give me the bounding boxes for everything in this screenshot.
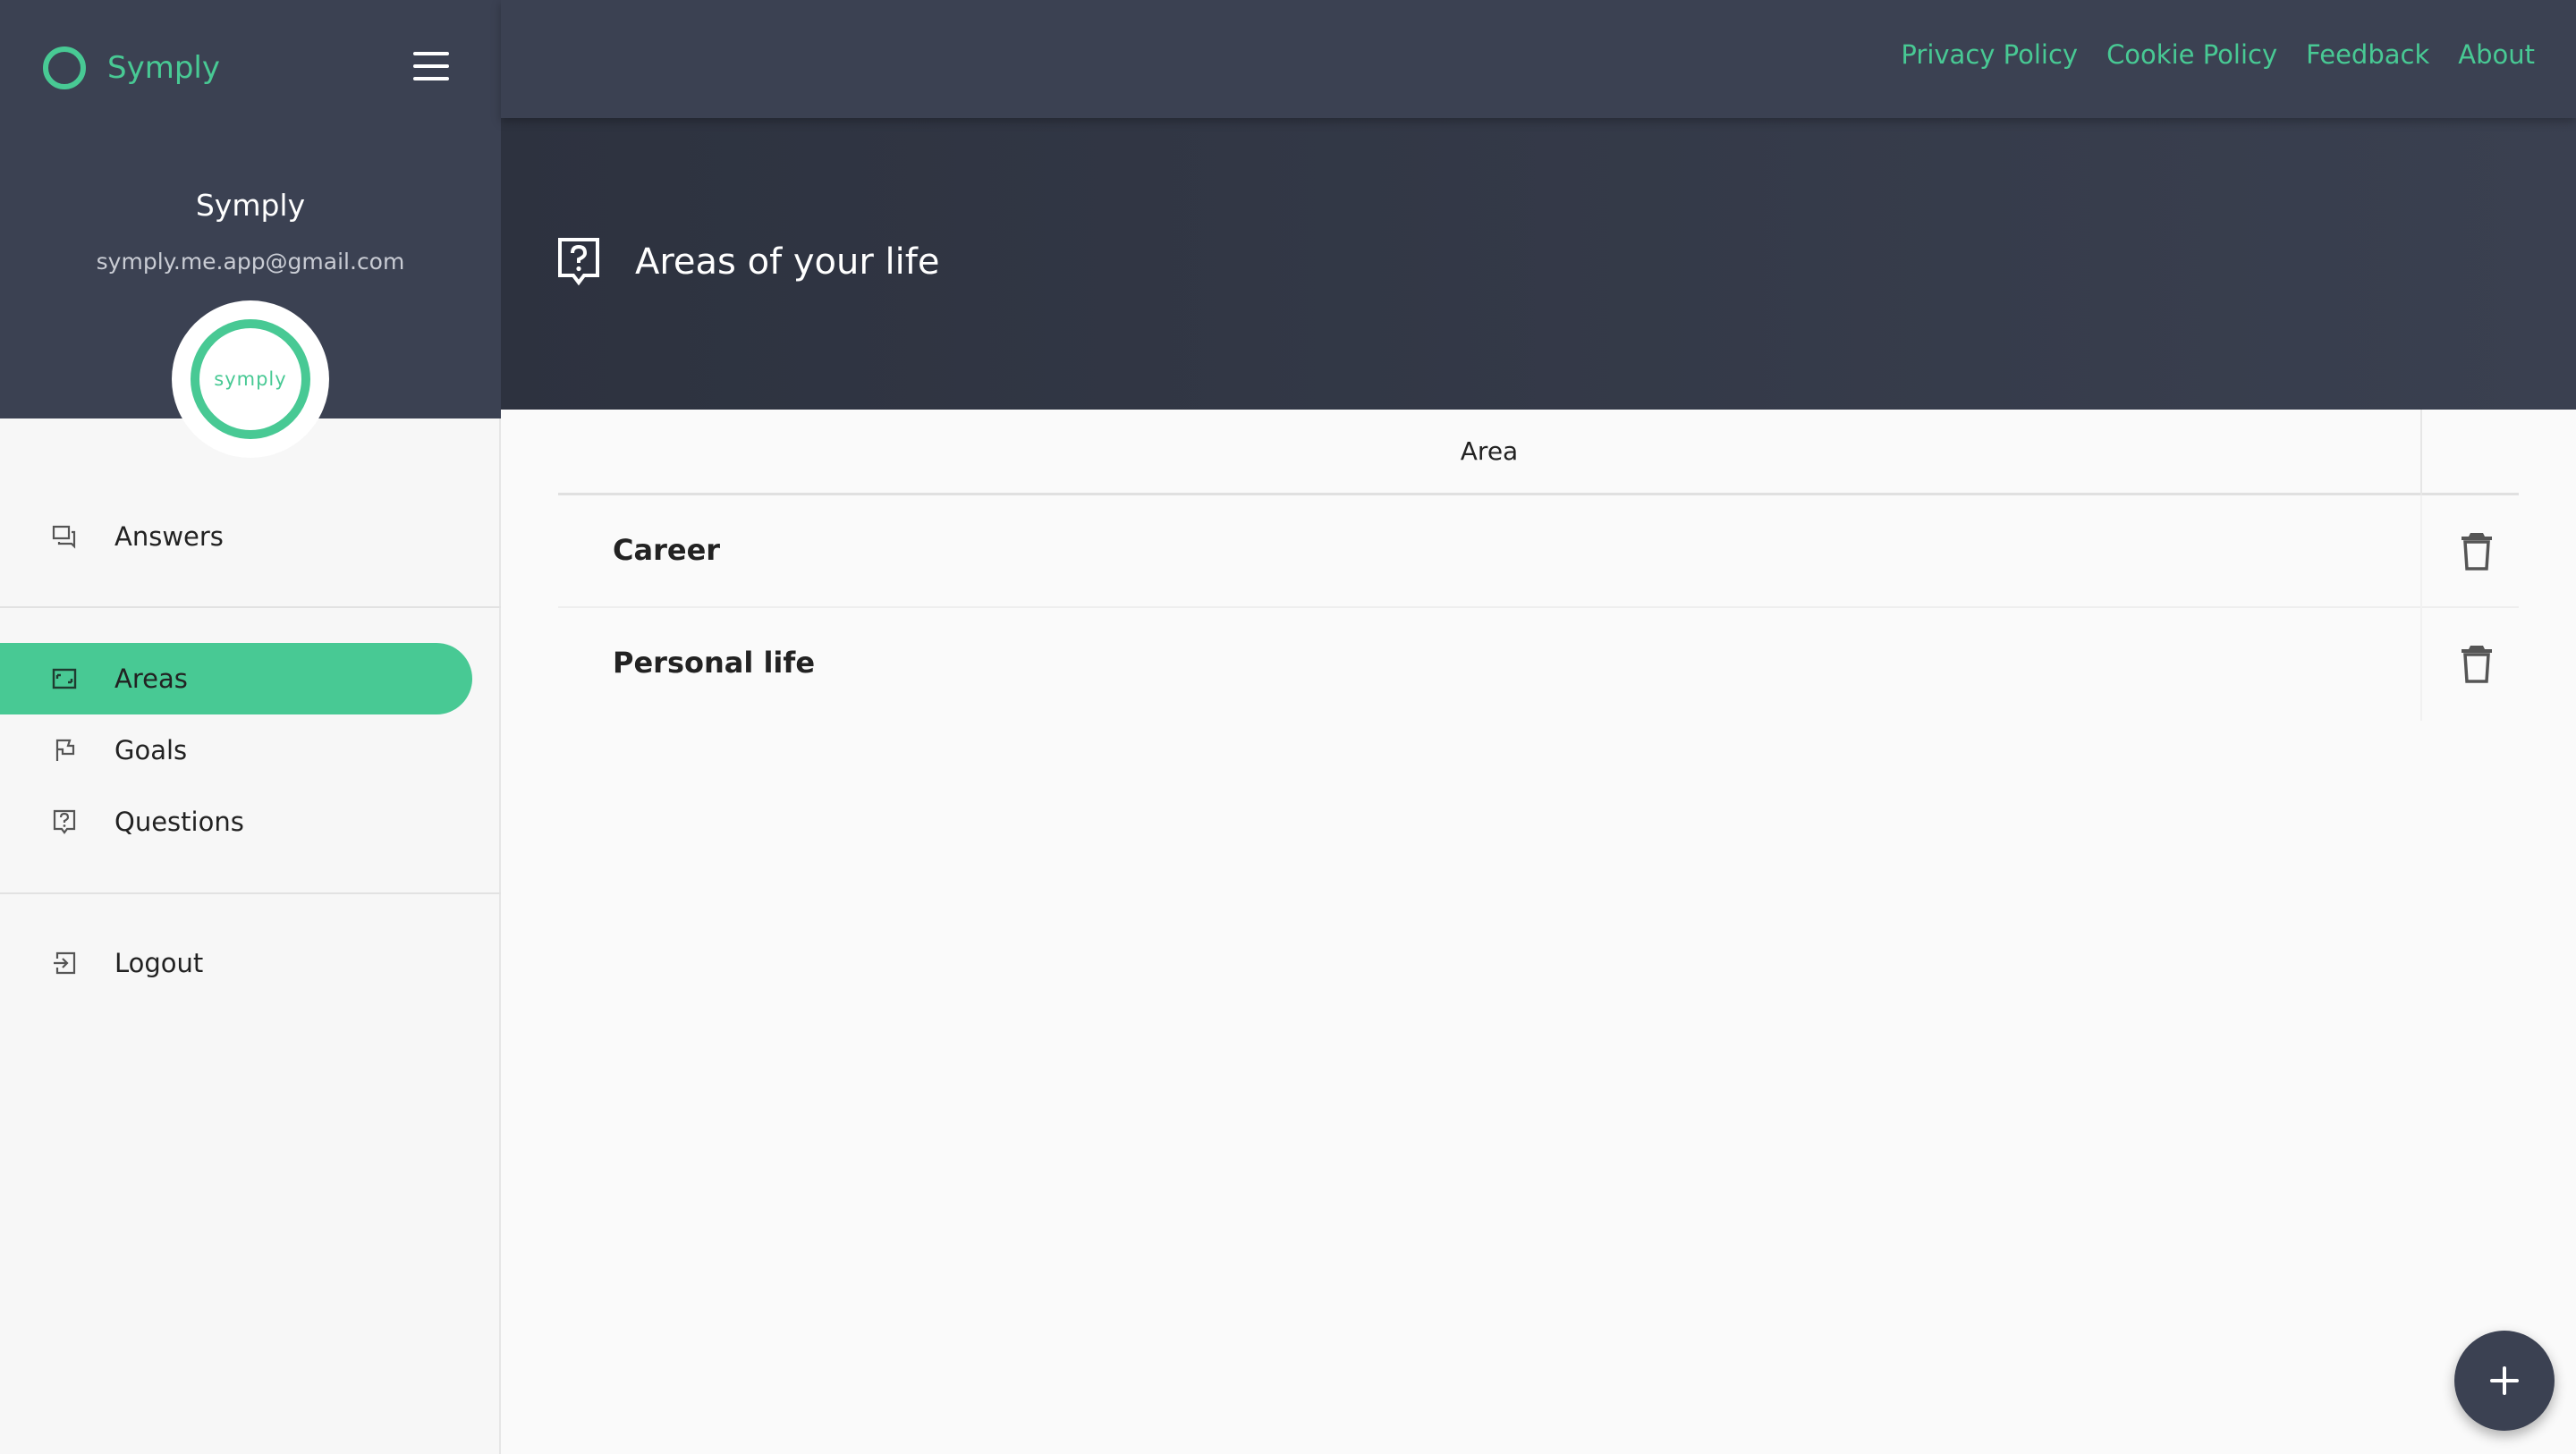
column-header-area[interactable]: Area (558, 436, 2420, 466)
sidebar-item-label: Answers (114, 521, 224, 552)
sidebar-divider (0, 606, 501, 608)
sidebar-item-questions[interactable]: Questions (0, 786, 472, 858)
sidebar: Symply Symply symply.me.app@gmail.com sy… (0, 0, 501, 1454)
sidebar-item-label: Logout (114, 948, 204, 978)
user-name: Symply (195, 188, 306, 223)
sidebar-item-areas[interactable]: Areas (0, 643, 472, 714)
user-email: symply.me.app@gmail.com (96, 249, 405, 275)
delete-trash-icon[interactable] (2458, 642, 2496, 683)
image-frame-icon (52, 668, 77, 689)
row-area-label: Personal life (613, 646, 816, 680)
avatar-logo-ring: symply (191, 319, 310, 439)
row-area-label: Career (613, 533, 721, 567)
brand[interactable]: Symply (43, 46, 220, 89)
avatar: symply (172, 300, 329, 458)
about-link[interactable]: About (2458, 39, 2535, 70)
sidebar-divider (0, 892, 501, 894)
brand-name: Symply (107, 50, 220, 86)
question-bubble-icon (53, 809, 76, 834)
plus-icon (2490, 1366, 2519, 1395)
page-header: Areas of your life (501, 118, 2576, 410)
sidebar-item-label: Goals (114, 735, 188, 765)
column-separator (2420, 608, 2422, 721)
sidebar-item-label: Areas (114, 664, 188, 694)
column-separator (2420, 495, 2422, 608)
sidebar-profile-header: Symply Symply symply.me.app@gmail.com sy… (0, 0, 501, 458)
feedback-link[interactable]: Feedback (2306, 39, 2429, 70)
table-row[interactable]: Personal life (558, 608, 2519, 721)
brand-logo-icon (43, 46, 86, 89)
logout-icon (54, 951, 76, 975)
table-header: Area (558, 410, 2519, 495)
chat-icon (52, 525, 76, 549)
sidebar-item-goals[interactable]: Goals (0, 714, 472, 786)
hamburger-menu-icon[interactable] (413, 52, 449, 80)
cookie-policy-link[interactable]: Cookie Policy (2106, 39, 2277, 70)
page-title: Areas of your life (635, 241, 940, 283)
delete-trash-icon[interactable] (2458, 529, 2496, 571)
top-bar: Privacy Policy Cookie Policy Feedback Ab… (501, 0, 2576, 118)
areas-table: Area Career Personal life (558, 410, 2519, 721)
avatar-logo-text: symply (214, 368, 287, 390)
table-row[interactable]: Career (558, 495, 2519, 608)
sidebar-item-answers[interactable]: Answers (0, 501, 472, 572)
add-area-button[interactable] (2454, 1331, 2555, 1431)
sidebar-item-logout[interactable]: Logout (0, 927, 472, 999)
flag-icon (55, 739, 75, 761)
privacy-policy-link[interactable]: Privacy Policy (1901, 39, 2078, 70)
top-links: Privacy Policy Cookie Policy Feedback Ab… (1901, 39, 2535, 70)
question-bubble-icon (558, 238, 599, 286)
sidebar-item-label: Questions (114, 807, 244, 837)
column-separator (2420, 410, 2422, 495)
